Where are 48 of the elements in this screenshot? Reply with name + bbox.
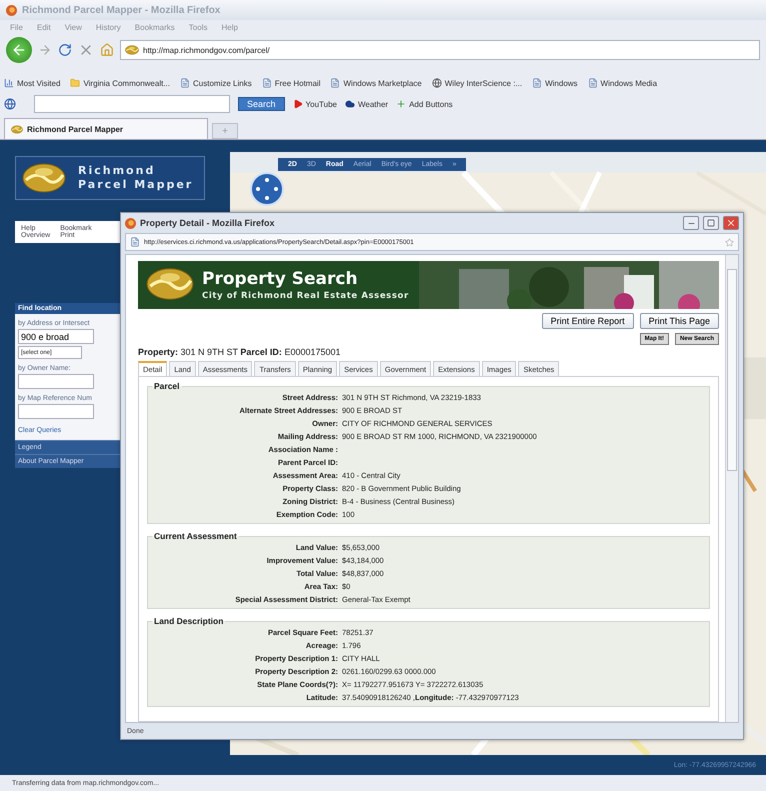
toolbar-link[interactable]: YouTube — [292, 99, 337, 109]
forward-button[interactable] — [38, 43, 52, 57]
logo-text: Richmond — [78, 164, 156, 178]
seal-icon — [22, 163, 66, 193]
folder-icon — [70, 78, 80, 88]
globe-icon — [432, 78, 442, 88]
section-title: Land Description — [153, 616, 224, 626]
chart-icon — [4, 78, 14, 88]
bookmarks-bar-item[interactable]: Free Hotmail — [262, 78, 320, 88]
input-field[interactable] — [18, 404, 94, 419]
logo-text: Parcel Mapper — [78, 178, 194, 192]
seal-icon — [125, 45, 139, 55]
input-field[interactable] — [18, 374, 94, 389]
address-field[interactable]: http://map.richmondgov.com/parcel/ — [120, 40, 760, 60]
bookmarks-bar-item[interactable]: Virginia Commonwealt... — [70, 78, 170, 88]
home-button[interactable] — [100, 43, 114, 57]
tab-title: Richmond Parcel Mapper — [27, 124, 124, 134]
bookmarks-bar-item[interactable]: Customize Links — [180, 78, 252, 88]
bookmarks-bar-item[interactable]: Windows — [532, 78, 578, 88]
section-title: Parcel — [153, 381, 181, 391]
window-title: Richmond Parcel Mapper - Mozilla Firefox — [22, 4, 220, 16]
page-icon — [262, 78, 272, 88]
input-field[interactable]: 900 e broad — [18, 329, 94, 344]
toolbar-link[interactable]: Add Buttons — [396, 99, 453, 109]
firefox-icon — [125, 218, 136, 228]
reload-button[interactable] — [58, 43, 72, 57]
page-icon — [532, 78, 542, 88]
firefox-icon — [6, 4, 17, 16]
plus-icon — [396, 99, 406, 109]
page-icon — [130, 237, 140, 247]
section-title: Current Assessment — [153, 531, 238, 541]
page-icon — [588, 78, 598, 88]
bookmarks-bar-item[interactable]: Windows Media — [588, 78, 658, 88]
search-button[interactable]: Search — [238, 97, 285, 111]
globe-icon — [4, 98, 16, 110]
bookmarks-bar-item[interactable]: Wiley InterScience :... — [432, 78, 522, 88]
page-icon — [180, 78, 190, 88]
bookmarks-bar-item[interactable]: Most Visited — [4, 78, 60, 88]
play-icon — [292, 99, 303, 109]
seal-icon — [146, 266, 194, 302]
cloud-icon — [344, 99, 355, 109]
browser-tab[interactable]: Richmond Parcel Mapper — [4, 118, 208, 139]
search-field[interactable] — [34, 95, 230, 113]
bookmarks-bar-item[interactable]: Windows Marketplace — [330, 78, 422, 88]
toolbar-link[interactable]: Weather — [344, 99, 388, 109]
back-button[interactable] — [6, 37, 32, 63]
page-icon — [330, 78, 340, 88]
seal-icon — [11, 124, 23, 134]
